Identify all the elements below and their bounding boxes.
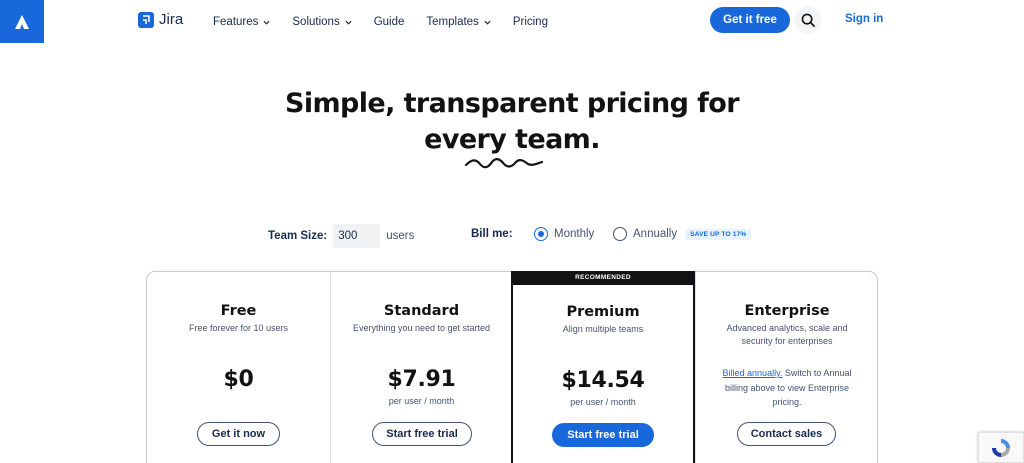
team-size-input[interactable]: [333, 224, 381, 248]
pricing-table: Free Free forever for 10 users $0 Get it…: [146, 271, 878, 463]
plan-free: Free Free forever for 10 users $0 Get it…: [147, 272, 330, 463]
brand-name: Jira: [159, 11, 184, 28]
get-it-free-button[interactable]: Get it free: [710, 7, 790, 33]
plan-name: Standard: [383, 303, 460, 319]
plan-description: Advanced analytics, scale and security f…: [726, 323, 848, 346]
get-it-now-button[interactable]: Get it now: [197, 422, 280, 446]
main-nav: Features Solutions Guide Templates Prici…: [213, 16, 570, 28]
team-size-label: Team Size:: [268, 230, 328, 242]
search-icon: [801, 13, 815, 27]
team-size-control: Team Size: users: [268, 224, 414, 248]
monthly-radio[interactable]: [534, 227, 548, 241]
nav-pricing-label: Pricing: [512, 16, 548, 28]
annually-label: Annually: [633, 228, 678, 240]
atlassian-icon: [15, 14, 29, 29]
plan-description: Align multiple teams: [562, 324, 644, 334]
billing-annually-option[interactable]: Annually SAVE UP TO 17%: [613, 227, 752, 241]
save-badge: SAVE UP TO 17%: [685, 228, 752, 240]
chevron-down-icon: [345, 20, 352, 25]
search-button[interactable]: [794, 6, 822, 34]
nav-guide-label: Guide: [373, 16, 405, 28]
nav-features-label: Features: [213, 16, 259, 28]
atlassian-logo[interactable]: [0, 0, 44, 43]
start-free-trial-button[interactable]: Start free trial: [372, 422, 472, 446]
nav-features[interactable]: Features: [213, 16, 270, 28]
billed-annually-link[interactable]: Billed annually.: [723, 368, 783, 378]
jira-logo[interactable]: Jira: [138, 11, 183, 28]
contact-sales-button[interactable]: Contact sales: [737, 422, 836, 446]
start-free-trial-button[interactable]: Start free trial: [552, 423, 654, 447]
title-line-2: every team.: [424, 124, 600, 155]
nav-templates-label: Templates: [426, 16, 479, 28]
plan-name: Enterprise: [744, 303, 830, 319]
plan-unit: per user / month: [570, 397, 636, 407]
recaptcha-badge[interactable]: [978, 432, 1024, 463]
jira-icon: [138, 11, 154, 28]
plan-price: $7.91: [387, 367, 456, 392]
nav-guide[interactable]: Guide: [374, 16, 405, 28]
plan-unit: per user / month: [388, 396, 455, 406]
plan-price: $0: [223, 367, 254, 392]
sign-in-link[interactable]: Sign in: [845, 13, 883, 25]
annually-radio[interactable]: [613, 227, 627, 241]
plan-standard: Standard Everything you need to get star…: [330, 272, 512, 463]
plan-premium: Premium Align multiple teams $14.54 per …: [511, 271, 695, 463]
bill-me-label: Bill me:: [471, 228, 513, 240]
plan-description: Everything you need to get started: [352, 323, 491, 333]
hero: Simple, transparent pricing for every te…: [0, 86, 1024, 158]
recommended-badge: RECOMMENDED: [511, 271, 695, 285]
enterprise-note: Billed annually. Switch to Annual billin…: [712, 366, 862, 410]
underline-squiggle-icon: [464, 158, 544, 169]
billing-monthly-option[interactable]: Monthly: [534, 227, 594, 241]
recaptcha-icon: [992, 438, 1010, 457]
nav-pricing[interactable]: Pricing: [513, 16, 548, 28]
plan-description: Free forever for 10 users: [188, 323, 289, 333]
plan-name: Free: [220, 303, 257, 319]
monthly-label: Monthly: [554, 228, 595, 240]
nav-templates[interactable]: Templates: [426, 16, 491, 28]
plan-price: $14.54: [561, 368, 645, 393]
chevron-down-icon: [484, 20, 491, 25]
chevron-down-icon: [263, 20, 270, 25]
team-size-units: users: [386, 230, 415, 242]
plan-name: Premium: [566, 304, 640, 320]
nav-solutions-label: Solutions: [292, 16, 340, 28]
nav-solutions[interactable]: Solutions: [292, 16, 352, 28]
page-title: Simple, transparent pricing for every te…: [0, 86, 1024, 158]
plan-enterprise: Enterprise Advanced analytics, scale and…: [695, 272, 878, 463]
title-line-1: Simple, transparent pricing for: [285, 88, 740, 119]
